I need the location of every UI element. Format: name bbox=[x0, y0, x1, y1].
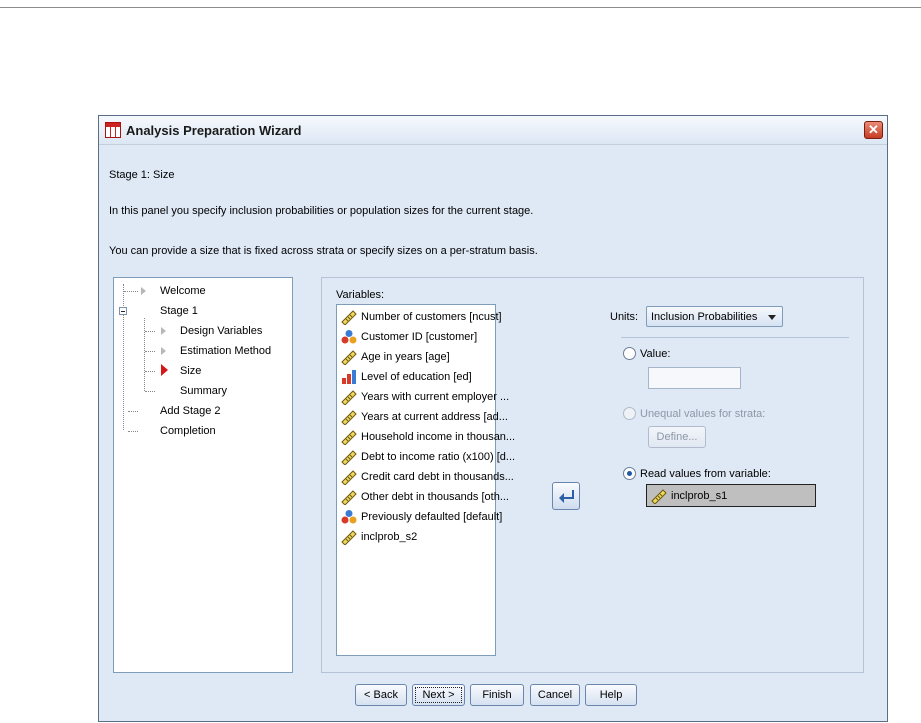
scale-ruler-icon bbox=[341, 470, 357, 485]
variable-label: inclprob_s2 bbox=[361, 531, 418, 543]
units-dropdown[interactable]: Inclusion Probabilities bbox=[646, 306, 783, 327]
close-button[interactable]: ✕ bbox=[864, 121, 883, 139]
left-arrow-icon bbox=[559, 490, 574, 503]
tree-item-completion[interactable]: Completion bbox=[160, 425, 216, 437]
wizard-dialog: Analysis Preparation Wizard ✕ Stage 1: S… bbox=[98, 115, 888, 722]
wizard-step-tree: Welcome Stage 1 Design Variables Estimat… bbox=[113, 277, 293, 673]
variable-label: Age in years [age] bbox=[361, 351, 450, 363]
cancel-button[interactable]: Cancel bbox=[530, 684, 580, 706]
unequal-values-radio[interactable] bbox=[623, 407, 636, 420]
stage-title: Stage 1: Size bbox=[109, 169, 175, 181]
scale-ruler-icon bbox=[341, 310, 357, 325]
scale-ruler-icon bbox=[341, 410, 357, 425]
chevron-down-icon bbox=[768, 315, 776, 320]
variable-label: Level of education [ed] bbox=[361, 371, 472, 383]
variable-label: Years at current address [ad... bbox=[361, 411, 508, 423]
scale-ruler-icon bbox=[341, 450, 357, 465]
value-input[interactable] bbox=[648, 367, 741, 389]
step-arrow-icon bbox=[141, 287, 146, 295]
variable-label: Customer ID [customer] bbox=[361, 331, 478, 343]
selected-variable-label: inclprob_s1 bbox=[671, 490, 728, 502]
variable-label: Previously defaulted [default] bbox=[361, 511, 503, 523]
scale-ruler-icon bbox=[651, 489, 667, 504]
help-button[interactable]: Help bbox=[585, 684, 637, 706]
scale-ruler-icon bbox=[341, 530, 357, 545]
units-value: Inclusion Probabilities bbox=[651, 311, 758, 323]
variable-label: Other debt in thousands [oth... bbox=[361, 491, 509, 503]
unequal-values-label: Unequal values for strata: bbox=[640, 408, 766, 420]
panel-description: In this panel you specify inclusion prob… bbox=[109, 205, 534, 217]
variables-label: Variables: bbox=[336, 289, 385, 301]
define-button[interactable]: Define... bbox=[648, 426, 706, 448]
ordinal-icon bbox=[342, 370, 356, 384]
value-radio[interactable] bbox=[623, 347, 636, 360]
collapse-stage1-icon[interactable] bbox=[119, 307, 127, 315]
tree-item-size[interactable]: Size bbox=[180, 365, 201, 377]
value-label: Value: bbox=[640, 348, 671, 360]
step-arrow-icon bbox=[161, 347, 166, 355]
units-label: Units: bbox=[610, 311, 639, 323]
current-step-arrow-icon bbox=[161, 364, 168, 376]
selected-variable-field[interactable]: inclprob_s1 bbox=[646, 484, 816, 507]
page-top-rule bbox=[0, 7, 921, 8]
spreadsheet-icon bbox=[105, 122, 121, 138]
scale-ruler-icon bbox=[341, 390, 357, 405]
back-button[interactable]: < Back bbox=[355, 684, 407, 706]
scale-ruler-icon bbox=[341, 350, 357, 365]
variable-label: Debt to income ratio (x100) [d... bbox=[361, 451, 516, 463]
tree-item-design-variables[interactable]: Design Variables bbox=[180, 325, 262, 337]
window-title: Analysis Preparation Wizard bbox=[126, 123, 302, 138]
panel-description-2: You can provide a size that is fixed acr… bbox=[109, 245, 538, 257]
nominal-icon bbox=[341, 330, 357, 344]
units-separator bbox=[621, 337, 849, 338]
move-variable-button[interactable] bbox=[552, 482, 580, 510]
scale-ruler-icon bbox=[341, 490, 357, 505]
variable-label: Number of customers [ncust] bbox=[361, 311, 502, 323]
tree-item-stage1[interactable]: Stage 1 bbox=[160, 305, 198, 317]
step-arrow-icon bbox=[161, 327, 166, 335]
read-values-label: Read values from variable: bbox=[640, 468, 771, 480]
tree-item-summary[interactable]: Summary bbox=[180, 385, 227, 397]
next-button[interactable]: Next > bbox=[412, 684, 465, 706]
tree-item-add-stage2[interactable]: Add Stage 2 bbox=[160, 405, 221, 417]
scale-ruler-icon bbox=[341, 430, 357, 445]
read-values-radio[interactable] bbox=[623, 467, 636, 480]
finish-button[interactable]: Finish bbox=[470, 684, 524, 706]
variable-label: Household income in thousan... bbox=[361, 431, 516, 443]
tree-item-estimation-method[interactable]: Estimation Method bbox=[180, 345, 271, 357]
title-bar: Analysis Preparation Wizard ✕ bbox=[99, 116, 887, 145]
tree-item-welcome[interactable]: Welcome bbox=[160, 285, 206, 297]
variable-label: Years with current employer ... bbox=[361, 391, 510, 403]
variable-label: Credit card debt in thousands... bbox=[361, 471, 514, 483]
nominal-icon bbox=[341, 510, 357, 524]
variables-list[interactable]: Number of customers [ncust] Customer ID … bbox=[336, 304, 515, 656]
